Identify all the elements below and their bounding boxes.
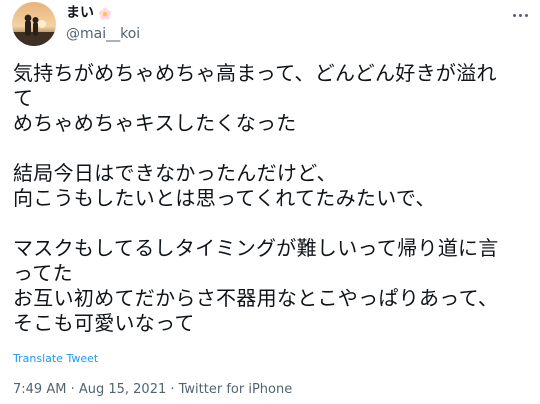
more-dot — [524, 13, 528, 17]
avatar[interactable] — [12, 2, 56, 46]
tweet-text: 気持ちがめちゃめちゃ高まって、どんどん好きが溢れ て めちゃめちゃキスしたくなっ… — [13, 61, 499, 335]
avatar-photo — [12, 2, 56, 46]
username[interactable]: @mai__koi — [66, 25, 140, 43]
more-dot — [512, 13, 516, 17]
flower-icon — [98, 6, 112, 20]
translate-tweet-link[interactable]: Translate Tweet — [13, 352, 98, 366]
display-name[interactable]: まい — [66, 4, 94, 22]
more-dot — [518, 13, 522, 17]
display-name-row: まい — [66, 4, 112, 22]
more-options-icon[interactable] — [510, 8, 530, 22]
tweet-card: まい @mai__koi 気持ちがめちゃめちゃ高まって、どんどん好きが溢れ て … — [0, 0, 540, 404]
tweet-timestamp[interactable]: 7:49 AM · Aug 15, 2021 · Twitter for iPh… — [13, 382, 292, 398]
